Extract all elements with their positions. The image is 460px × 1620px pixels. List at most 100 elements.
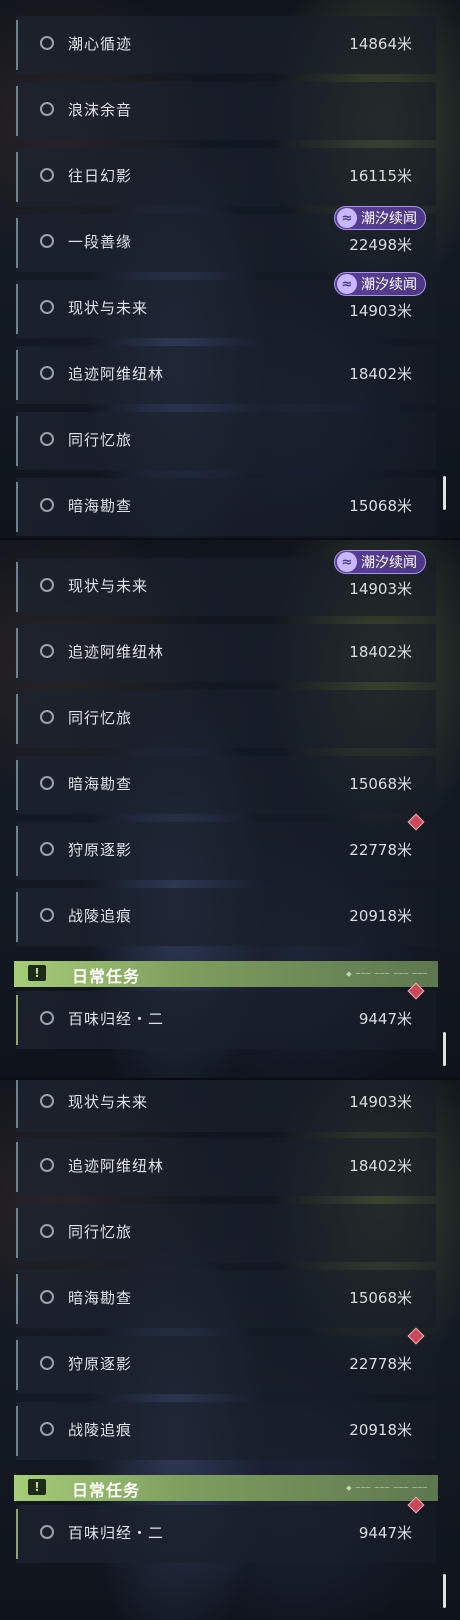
quest-name: 追迹阿维纽林 <box>68 1157 165 1175</box>
quest-status-circle-icon <box>40 776 54 790</box>
quest-status-circle-icon <box>40 102 54 116</box>
quest-distance: 14903米 <box>349 302 412 320</box>
daily-tasks-header[interactable]: ! 日常任务 ◆ ─── ─── ─── ─── <box>14 1475 438 1501</box>
quest-name: 狩原逐影 <box>68 841 133 859</box>
quest-status-circle-icon <box>40 842 54 856</box>
quest-distance: 18402米 <box>349 365 412 383</box>
section-title: 日常任务 <box>72 1481 141 1500</box>
quest-distance: 22778米 <box>349 1355 412 1373</box>
quest-row[interactable]: 潮心循迹 14864米 <box>16 16 436 74</box>
quest-list-panel-2: 现状与未来 14903米 ≈ 潮汐续闻 追迹阿维纽林 18402米 同行忆旅 暗海… <box>0 540 460 1078</box>
quest-row[interactable]: 浪沫余音 <box>16 82 436 140</box>
exclamation-icon: ! <box>28 965 46 981</box>
section-decoration: ◆ ─── ─── ─── ─── <box>346 1484 428 1492</box>
quest-row[interactable]: 战陵追痕 20918米 <box>16 1402 436 1460</box>
quest-name: 同行忆旅 <box>68 709 133 727</box>
quest-row[interactable]: 狩原逐影 22778米 <box>16 1327 436 1394</box>
quest-status-circle-icon <box>40 168 54 182</box>
quest-distance: 20918米 <box>349 1421 412 1439</box>
quest-status-circle-icon <box>40 1158 54 1172</box>
quest-row[interactable]: 暗海勘查 15068米 <box>16 478 436 536</box>
quest-name: 一段善缘 <box>68 233 133 251</box>
scrollbar-thumb[interactable] <box>443 476 446 510</box>
quest-row[interactable]: 现状与未来 14903米 ≈ 潮汐续闻 <box>16 550 436 616</box>
quest-name: 潮心循迹 <box>68 35 133 53</box>
quest-name: 现状与未来 <box>68 1093 149 1111</box>
quest-name: 暗海勘查 <box>68 497 133 515</box>
quest-status-circle-icon <box>40 908 54 922</box>
quest-row[interactable]: 战陵追痕 20918米 <box>16 888 436 946</box>
wave-emblem-icon: ≈ <box>337 552 357 572</box>
quest-distance: 20918米 <box>349 907 412 925</box>
quest-name: 追迹阿维纽林 <box>68 365 165 383</box>
quest-distance: 22778米 <box>349 841 412 859</box>
quest-distance: 18402米 <box>349 643 412 661</box>
quest-name: 现状与未来 <box>68 577 149 595</box>
quest-row[interactable]: 现状与未来 14903米 <box>16 1080 436 1132</box>
scrollbar-thumb[interactable] <box>443 1032 446 1066</box>
quest-status-circle-icon <box>40 36 54 50</box>
quest-status-circle-icon <box>40 1290 54 1304</box>
tide-news-badge: ≈ 潮汐续闻 <box>334 206 426 230</box>
quest-status-circle-icon <box>40 1356 54 1370</box>
quest-name: 战陵追痕 <box>68 907 133 925</box>
daily-tasks-header[interactable]: ! 日常任务 ◆ ─── ─── ─── ─── <box>14 961 438 987</box>
quest-row[interactable]: 暗海勘查 15068米 <box>16 1270 436 1328</box>
quest-status-circle-icon <box>40 234 54 248</box>
quest-row[interactable]: 同行忆旅 <box>16 690 436 748</box>
section-decoration: ◆ ─── ─── ─── ─── <box>346 970 428 978</box>
quest-name: 百味归经・二 <box>68 1010 165 1028</box>
quest-name: 百味归经・二 <box>68 1524 165 1542</box>
quest-distance: 9447米 <box>358 1524 412 1542</box>
quest-row[interactable]: 往日幻影 16115米 <box>16 148 436 206</box>
quest-row[interactable]: 同行忆旅 <box>16 1204 436 1262</box>
quest-row[interactable]: 追迹阿维纽林 18402米 <box>16 346 436 404</box>
quest-name: 同行忆旅 <box>68 1223 133 1241</box>
quest-row[interactable]: 现状与未来 14903米 ≈ 潮汐续闻 <box>16 272 436 338</box>
quest-status-circle-icon <box>40 300 54 314</box>
daily-quest-row[interactable]: 百味归经・二 9447米 <box>16 1496 436 1563</box>
wave-emblem-icon: ≈ <box>337 274 357 294</box>
quest-distance: 14864米 <box>349 35 412 53</box>
quest-status-circle-icon <box>40 578 54 592</box>
quest-distance: 16115米 <box>349 167 412 185</box>
quest-distance: 15068米 <box>349 1289 412 1307</box>
daily-quest-row[interactable]: 百味归经・二 9447米 <box>16 982 436 1049</box>
quest-name: 浪沫余音 <box>68 101 133 119</box>
wave-emblem-icon: ≈ <box>337 208 357 228</box>
tide-news-badge: ≈ 潮汐续闻 <box>334 550 426 574</box>
quest-status-circle-icon <box>40 1094 54 1108</box>
quest-status-circle-icon <box>40 498 54 512</box>
badge-label: 潮汐续闻 <box>361 277 417 293</box>
quest-distance: 15068米 <box>349 775 412 793</box>
quest-name: 暗海勘查 <box>68 1289 133 1307</box>
quest-row[interactable]: 追迹阿维纽林 18402米 <box>16 1138 436 1196</box>
quest-row[interactable]: 一段善缘 22498米 ≈ 潮汐续闻 <box>16 206 436 272</box>
quest-status-circle-icon <box>40 1525 54 1539</box>
quest-status-circle-icon <box>40 432 54 446</box>
quest-status-circle-icon <box>40 366 54 380</box>
quest-row[interactable]: 同行忆旅 <box>16 412 436 470</box>
section-title: 日常任务 <box>72 967 141 986</box>
quest-row[interactable]: 暗海勘查 15068米 <box>16 756 436 814</box>
quest-row[interactable]: 狩原逐影 22778米 <box>16 813 436 880</box>
tide-news-badge: ≈ 潮汐续闻 <box>334 272 426 296</box>
quest-distance: 9447米 <box>358 1010 412 1028</box>
quest-name: 狩原逐影 <box>68 1355 133 1373</box>
quest-name: 现状与未来 <box>68 299 149 317</box>
scrollbar-thumb[interactable] <box>443 1574 446 1608</box>
quest-status-circle-icon <box>40 1224 54 1238</box>
badge-label: 潮汐续闻 <box>361 555 417 571</box>
quest-status-circle-icon <box>40 1422 54 1436</box>
badge-label: 潮汐续闻 <box>361 211 417 227</box>
quest-name: 战陵追痕 <box>68 1421 133 1439</box>
quest-name: 同行忆旅 <box>68 431 133 449</box>
quest-status-circle-icon <box>40 1011 54 1025</box>
quest-name: 暗海勘查 <box>68 775 133 793</box>
quest-list-panel-1: 潮心循迹 14864米 浪沫余音 往日幻影 16115米 一段善缘 22498米… <box>0 0 460 538</box>
quest-distance: 14903米 <box>349 1093 412 1111</box>
quest-list-panel-3: 现状与未来 14903米 追迹阿维纽林 18402米 同行忆旅 暗海勘查 150… <box>0 1080 460 1620</box>
quest-row[interactable]: 追迹阿维纽林 18402米 <box>16 624 436 682</box>
quest-distance: 15068米 <box>349 497 412 515</box>
quest-status-circle-icon <box>40 710 54 724</box>
